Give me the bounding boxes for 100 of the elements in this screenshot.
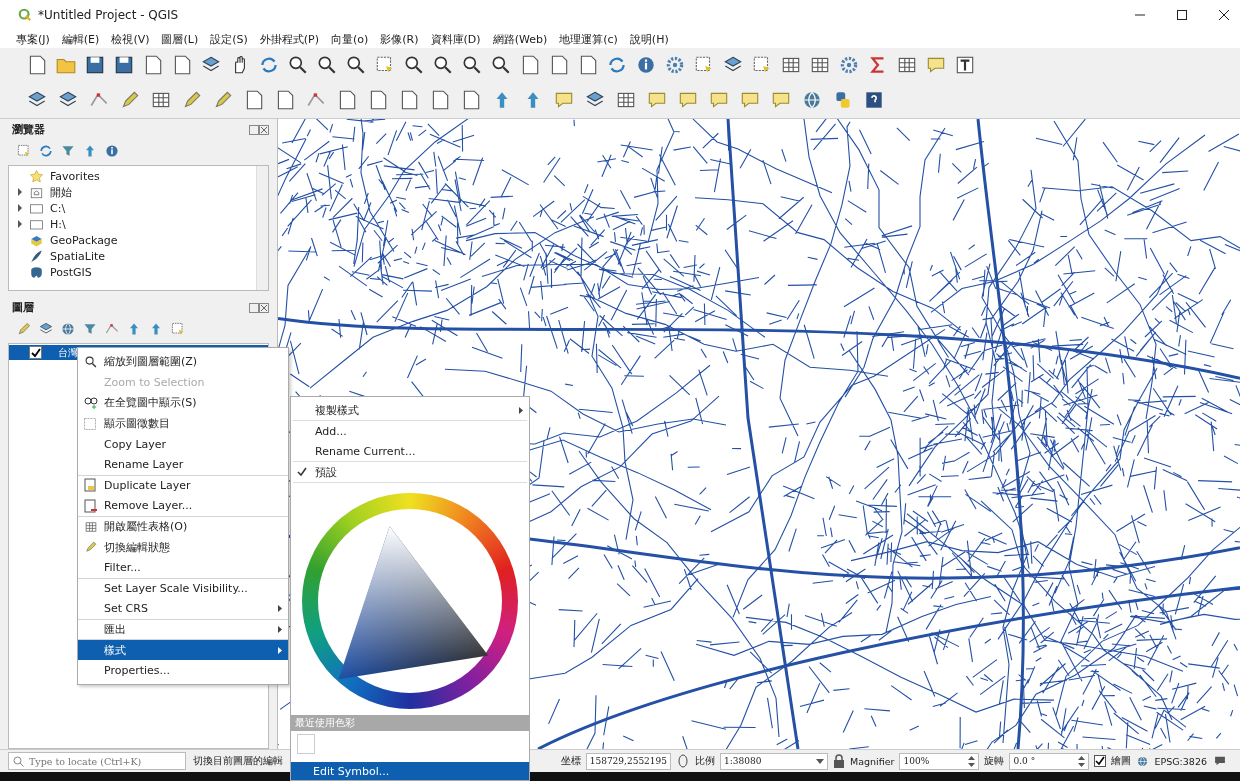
menu-item[interactable]: 外掛程式(P) [259,31,319,47]
table-icon [84,519,98,534]
render-checkbox[interactable] [1094,755,1107,767]
crs-label[interactable]: EPSG:3826 [1154,755,1207,767]
menu-item[interactable]: 影像(R) [380,31,419,47]
menu-item[interactable]: 複製樣式 [291,400,529,420]
menu-item[interactable]: 說明(H) [629,31,669,47]
magnifier-spinbox[interactable]: 100% [899,752,980,770]
save-icon[interactable] [113,54,135,76]
check-icon [297,467,307,477]
search-icon [13,756,24,767]
browser-item[interactable]: C:\ [50,201,66,215]
menu-item[interactable]: 地理運算(c) [559,31,618,47]
magnifier-icon[interactable] [432,54,454,76]
browser-item[interactable]: 開始 [50,184,72,200]
menu-item[interactable]: 檢視(V) [111,31,150,47]
glasses-icon [84,396,98,410]
menu-item[interactable]: 在全覽圖中顯示(S) [78,392,288,413]
menu-item[interactable]: 網路(Web) [492,31,548,47]
window-title: *Untitled Project - QGIS [38,8,179,22]
magnifier-icon[interactable] [461,54,483,76]
scrollbar[interactable] [256,166,268,290]
rotation-spinbox[interactable]: 0.0 ° [1009,752,1090,770]
magnifier-icon[interactable] [345,54,367,76]
refresh-icon[interactable] [38,143,54,159]
menu-item[interactable]: Properties... [78,659,288,681]
menu-item[interactable]: 縮放到圖層範圍(Z) [78,351,288,372]
scale-dropdown[interactable]: 1:38080 [720,752,829,770]
menu-item[interactable]: 圖層(L) [161,31,199,47]
globe-icon[interactable] [1136,754,1150,768]
save-icon[interactable] [84,54,106,76]
menu-item[interactable]: 樣式 [78,639,288,660]
star-icon [29,168,44,184]
magnifier-icon [84,354,98,369]
remove-icon [84,498,98,513]
rotation-label: 旋轉 [984,754,1005,768]
color-swatch[interactable] [297,734,315,754]
feather-icon [29,248,44,264]
submenu-arrow-icon [278,626,282,633]
menu-item[interactable]: 顯示圖徵數目 [78,412,288,434]
magnifier-icon[interactable] [287,54,309,76]
text-icon[interactable] [954,54,976,76]
status-message: 切換目前圖層的編輯 [193,754,283,768]
menu-item[interactable]: Duplicate Layer [78,474,288,496]
globe-icon[interactable] [60,321,76,337]
magnifier-icon[interactable] [403,54,425,76]
menu-item[interactable]: 資料庫(D) [430,31,481,47]
duplicate-icon [84,478,98,493]
menu-item[interactable]: Filter... [78,556,288,578]
menu-item[interactable]: Set Layer Scale Visibility... [78,577,288,599]
close-icon[interactable] [1218,9,1230,21]
browser-item[interactable]: Favorites [50,169,100,183]
pencil-icon[interactable] [119,89,141,111]
menu-item[interactable]: Add... [291,421,529,441]
menu-item[interactable]: 切換編輯狀態 [78,536,288,557]
magnifier-icon[interactable] [490,54,512,76]
select-icon[interactable] [16,143,32,159]
browser-item[interactable]: GeoPackage [50,233,118,247]
coordinate-field[interactable]: 158729,2552195 [585,752,672,770]
pencil-icon [84,540,98,555]
menu-item[interactable]: Edit Symbol... [291,762,529,780]
menu-item[interactable]: 向量(o) [331,31,369,47]
lock-icon[interactable] [833,754,846,768]
spin-arrows-icon [968,755,976,767]
panel-title: 圖層 [12,300,34,315]
pencil-icon[interactable] [212,89,234,111]
checkbox-icon [84,417,96,430]
q-logo-icon [18,8,32,22]
pencil-icon[interactable] [181,89,203,111]
coordinate-label: 坐標 [560,754,581,768]
locator-search-field[interactable]: Type to locate (Ctrl+K) [8,752,186,770]
magnifier-icon[interactable] [316,54,338,76]
browser-item[interactable]: H:\ [50,217,66,231]
menu-item[interactable]: 設定(S) [210,31,248,47]
menu-item[interactable]: Remove Layer... [78,495,288,516]
menu-item[interactable]: 專案(J) [16,31,50,47]
checkbox[interactable] [29,346,42,359]
menu-item[interactable]: Rename Layer [78,453,288,475]
recent-colors-header: 最近使用色彩 [291,715,529,731]
filter-icon[interactable] [60,143,76,159]
info-icon[interactable] [635,54,657,76]
menu-item[interactable]: 預設 [291,462,529,482]
submenu-arrow-icon [519,406,523,414]
spin-arrows-icon [1078,755,1086,767]
select-icon[interactable] [170,321,186,337]
panel-title: 瀏覽器 [12,122,45,137]
menu-item[interactable]: Copy Layer [78,433,288,454]
menu-item[interactable]: 編輯(E) [61,31,100,47]
menu-item[interactable]: Rename Current... [291,441,529,461]
menu-item[interactable]: 開啟屬性表格(O) [78,515,288,537]
submenu-arrow-icon [278,646,282,654]
menu-item[interactable]: Set CRS [78,598,288,619]
info-icon[interactable] [104,143,120,159]
filter-icon[interactable] [82,321,98,337]
maximize-icon[interactable] [1176,9,1188,21]
browser-item[interactable]: SpatiaLite [50,249,106,263]
globe-icon[interactable] [801,89,823,111]
scale-label: 比例 [695,754,716,768]
help-icon[interactable] [863,89,885,111]
browser-item[interactable]: PostGIS [50,265,92,279]
